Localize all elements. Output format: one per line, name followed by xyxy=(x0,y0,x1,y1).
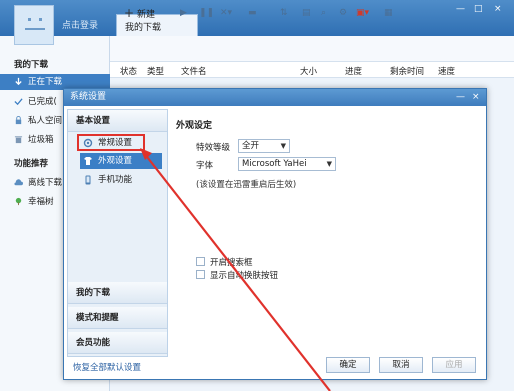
chevron-down-icon: ▼ xyxy=(280,142,286,150)
effect-level-select[interactable]: 全开 ▼ xyxy=(238,139,290,153)
category-my-downloads[interactable]: 我的下载 xyxy=(68,282,167,304)
dialog-close-button[interactable]: × xyxy=(472,89,480,106)
checkbox-search-label: 开启搜索框 xyxy=(210,258,253,268)
checkbox-search[interactable] xyxy=(196,257,205,266)
dialog-minimize-button[interactable]: — xyxy=(456,89,465,106)
dialog-title: 系统设置 xyxy=(64,89,486,106)
column-type[interactable]: 类型 xyxy=(147,65,164,77)
pause-icon[interactable]: ❚❚ xyxy=(199,5,214,21)
apply-button[interactable]: 应用 xyxy=(432,357,476,373)
cloud-icon xyxy=(14,179,23,186)
column-header-row: 状态 类型 文件名 大小 进度 剩余时间 速度 xyxy=(110,62,514,78)
login-link[interactable]: 点击登录 xyxy=(62,18,98,31)
category-basic[interactable]: 基本设置 xyxy=(68,110,167,132)
chevron-down-icon: ▼ xyxy=(326,160,332,168)
column-size[interactable]: 大小 xyxy=(300,65,317,77)
sidebar-item-label: 已完成( xyxy=(28,97,57,107)
download-arrow-icon xyxy=(15,77,22,86)
minimize-button[interactable]: — xyxy=(456,4,465,14)
folder-icon[interactable]: ▬ xyxy=(248,5,257,21)
font-select[interactable]: Microsoft YaHei ▼ xyxy=(238,157,336,171)
column-remaining[interactable]: 剩余时间 xyxy=(390,65,424,77)
sidebar-heading-downloads: 我的下载 xyxy=(14,60,49,70)
nav-item-label: 手机功能 xyxy=(98,175,133,185)
font-label: 字体 xyxy=(196,161,214,171)
toolbar xyxy=(110,36,514,62)
font-value: Microsoft YaHei xyxy=(242,159,307,169)
checkbox-skin-button-label: 显示自动换肤按钮 xyxy=(210,271,279,281)
close-button[interactable]: × xyxy=(494,4,502,14)
nav-item-appearance[interactable]: 外观设置 xyxy=(80,153,162,169)
maximize-button[interactable]: □ xyxy=(474,4,483,14)
effect-level-label: 特效等级 xyxy=(196,143,231,153)
vip-icon[interactable]: ▣▾ xyxy=(356,5,369,21)
new-task-label: 新建 xyxy=(136,10,155,20)
sidebar-item-label: 幸福树 xyxy=(28,197,54,207)
nav-item-phone[interactable]: 手机功能 xyxy=(80,172,162,188)
nav-item-general[interactable]: 常规设置 xyxy=(80,135,162,151)
details-icon[interactable]: ▤ xyxy=(302,5,311,21)
phone-icon xyxy=(85,175,91,185)
cancel-button[interactable]: 取消 xyxy=(379,357,423,373)
sort-icon[interactable]: ⇅ xyxy=(280,5,288,21)
settings-dialog: 系统设置 — × 基本设置 我的下载 模式和提醒 会员功能 xyxy=(63,88,487,380)
search-icon[interactable]: ⌕ xyxy=(321,5,326,21)
category-mode[interactable]: 模式和提醒 xyxy=(68,307,167,329)
appearance-icon xyxy=(84,157,92,165)
nav-item-label: 外观设置 xyxy=(98,156,133,166)
gear-icon[interactable]: ⚙ xyxy=(339,5,347,21)
category-vip[interactable]: 会员功能 xyxy=(68,332,167,354)
column-progress[interactable]: 进度 xyxy=(345,65,362,77)
column-filename[interactable]: 文件名 xyxy=(181,65,207,77)
sidebar-item-label: 垃圾箱 xyxy=(28,135,54,145)
trash-icon xyxy=(14,136,23,144)
settings-icon xyxy=(83,138,93,148)
nav-item-label: 常规设置 xyxy=(98,138,133,148)
section-title: 外观设定 xyxy=(176,121,213,131)
restore-defaults-link[interactable]: 恢复全部默认设置 xyxy=(73,361,141,373)
sidebar-item-label: 私人空间 xyxy=(28,116,63,126)
sidebar-item-label: 正在下载 xyxy=(28,77,63,87)
tree-icon xyxy=(15,197,22,206)
delete-icon[interactable]: ✕▾ xyxy=(220,5,232,21)
lock-icon xyxy=(15,116,22,125)
column-status[interactable]: 状态 xyxy=(120,65,137,77)
effect-level-value: 全开 xyxy=(242,141,260,151)
check-icon xyxy=(14,98,23,106)
checkbox-skin-button[interactable] xyxy=(196,270,205,279)
restart-note: (该设置在迅雷重启后生效) xyxy=(196,180,297,190)
new-task-button[interactable]: + 新建 xyxy=(124,5,155,21)
play-icon[interactable]: ▶ xyxy=(180,5,187,21)
plus-icon: + xyxy=(124,6,135,20)
more-icon[interactable]: ▦ xyxy=(384,5,393,21)
avatar[interactable] xyxy=(14,5,54,45)
avatar-face-icon xyxy=(25,18,45,30)
ok-button[interactable]: 确定 xyxy=(326,357,370,373)
column-speed[interactable]: 速度 xyxy=(438,65,455,77)
sidebar-item-label: 离线下载 xyxy=(28,178,63,188)
